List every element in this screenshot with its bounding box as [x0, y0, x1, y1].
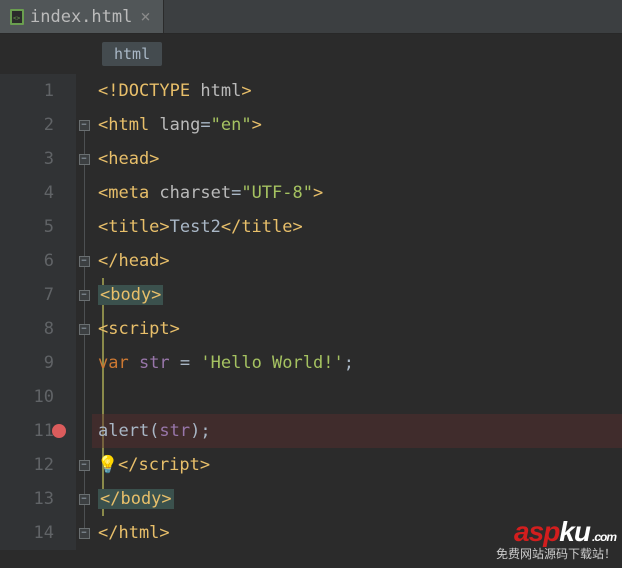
- fold-toggle[interactable]: −: [79, 460, 90, 471]
- watermark-subtitle: 免费网站源码下载站！: [496, 548, 616, 560]
- code-line[interactable]: 💡</script>: [92, 448, 622, 482]
- breakpoint-icon[interactable]: [52, 424, 66, 438]
- gutter-line[interactable]: 6: [0, 244, 76, 278]
- code-line[interactable]: var str = 'Hello World!';: [92, 346, 622, 380]
- tab-bar: <> index.html ×: [0, 0, 622, 34]
- gutter-line[interactable]: 2: [0, 108, 76, 142]
- gutter-line[interactable]: 8: [0, 312, 76, 346]
- gutter-line[interactable]: 7: [0, 278, 76, 312]
- code-line[interactable]: <html lang="en">: [92, 108, 622, 142]
- fold-column: − − − − − − − −: [76, 74, 92, 550]
- fold-toggle[interactable]: −: [79, 154, 90, 165]
- lightbulb-icon[interactable]: 💡: [98, 455, 118, 475]
- html-file-icon: <>: [10, 9, 24, 25]
- code-line[interactable]: </head>: [92, 244, 622, 278]
- fold-toggle[interactable]: −: [79, 494, 90, 505]
- gutter-line[interactable]: 12: [0, 448, 76, 482]
- gutter-line[interactable]: 10: [0, 380, 76, 414]
- close-icon[interactable]: ×: [138, 7, 152, 27]
- fold-toggle[interactable]: −: [79, 120, 90, 131]
- gutter-line[interactable]: 4: [0, 176, 76, 210]
- breadcrumb-item[interactable]: html: [102, 42, 162, 66]
- file-tab[interactable]: <> index.html ×: [0, 0, 164, 33]
- code-line[interactable]: <title>Test2</title>: [92, 210, 622, 244]
- fold-toggle[interactable]: −: [79, 324, 90, 335]
- gutter-line[interactable]: 13: [0, 482, 76, 516]
- code-line[interactable]: alert(str);: [92, 414, 622, 448]
- watermark: aspku.com 免费网站源码下载站！: [496, 518, 616, 560]
- gutter: 1 2 3 4 5 6 7 8 9 10 11 12 13 14: [0, 74, 76, 550]
- code-line[interactable]: <script>: [92, 312, 622, 346]
- fold-toggle[interactable]: −: [79, 528, 90, 539]
- code-area[interactable]: <!DOCTYPE html> <html lang="en"> <head> …: [92, 74, 622, 550]
- breadcrumb-bar: html: [0, 34, 622, 74]
- gutter-line[interactable]: 1: [0, 74, 76, 108]
- fold-toggle[interactable]: −: [79, 256, 90, 267]
- fold-toggle[interactable]: −: [79, 290, 90, 301]
- tab-filename: index.html: [30, 7, 132, 27]
- code-line[interactable]: <!DOCTYPE html>: [92, 74, 622, 108]
- gutter-line[interactable]: 14: [0, 516, 76, 550]
- svg-text:<>: <>: [13, 15, 21, 22]
- gutter-line[interactable]: 5: [0, 210, 76, 244]
- code-line[interactable]: [92, 380, 622, 414]
- editor: 1 2 3 4 5 6 7 8 9 10 11 12 13 14 − − − −…: [0, 74, 622, 550]
- code-line[interactable]: <head>: [92, 142, 622, 176]
- gutter-line[interactable]: 3: [0, 142, 76, 176]
- gutter-line[interactable]: 11: [0, 414, 76, 448]
- code-line[interactable]: <meta charset="UTF-8">: [92, 176, 622, 210]
- code-line[interactable]: </body>: [92, 482, 622, 516]
- gutter-line[interactable]: 9: [0, 346, 76, 380]
- code-line[interactable]: <body>: [92, 278, 622, 312]
- watermark-brand: aspku.com: [496, 518, 616, 546]
